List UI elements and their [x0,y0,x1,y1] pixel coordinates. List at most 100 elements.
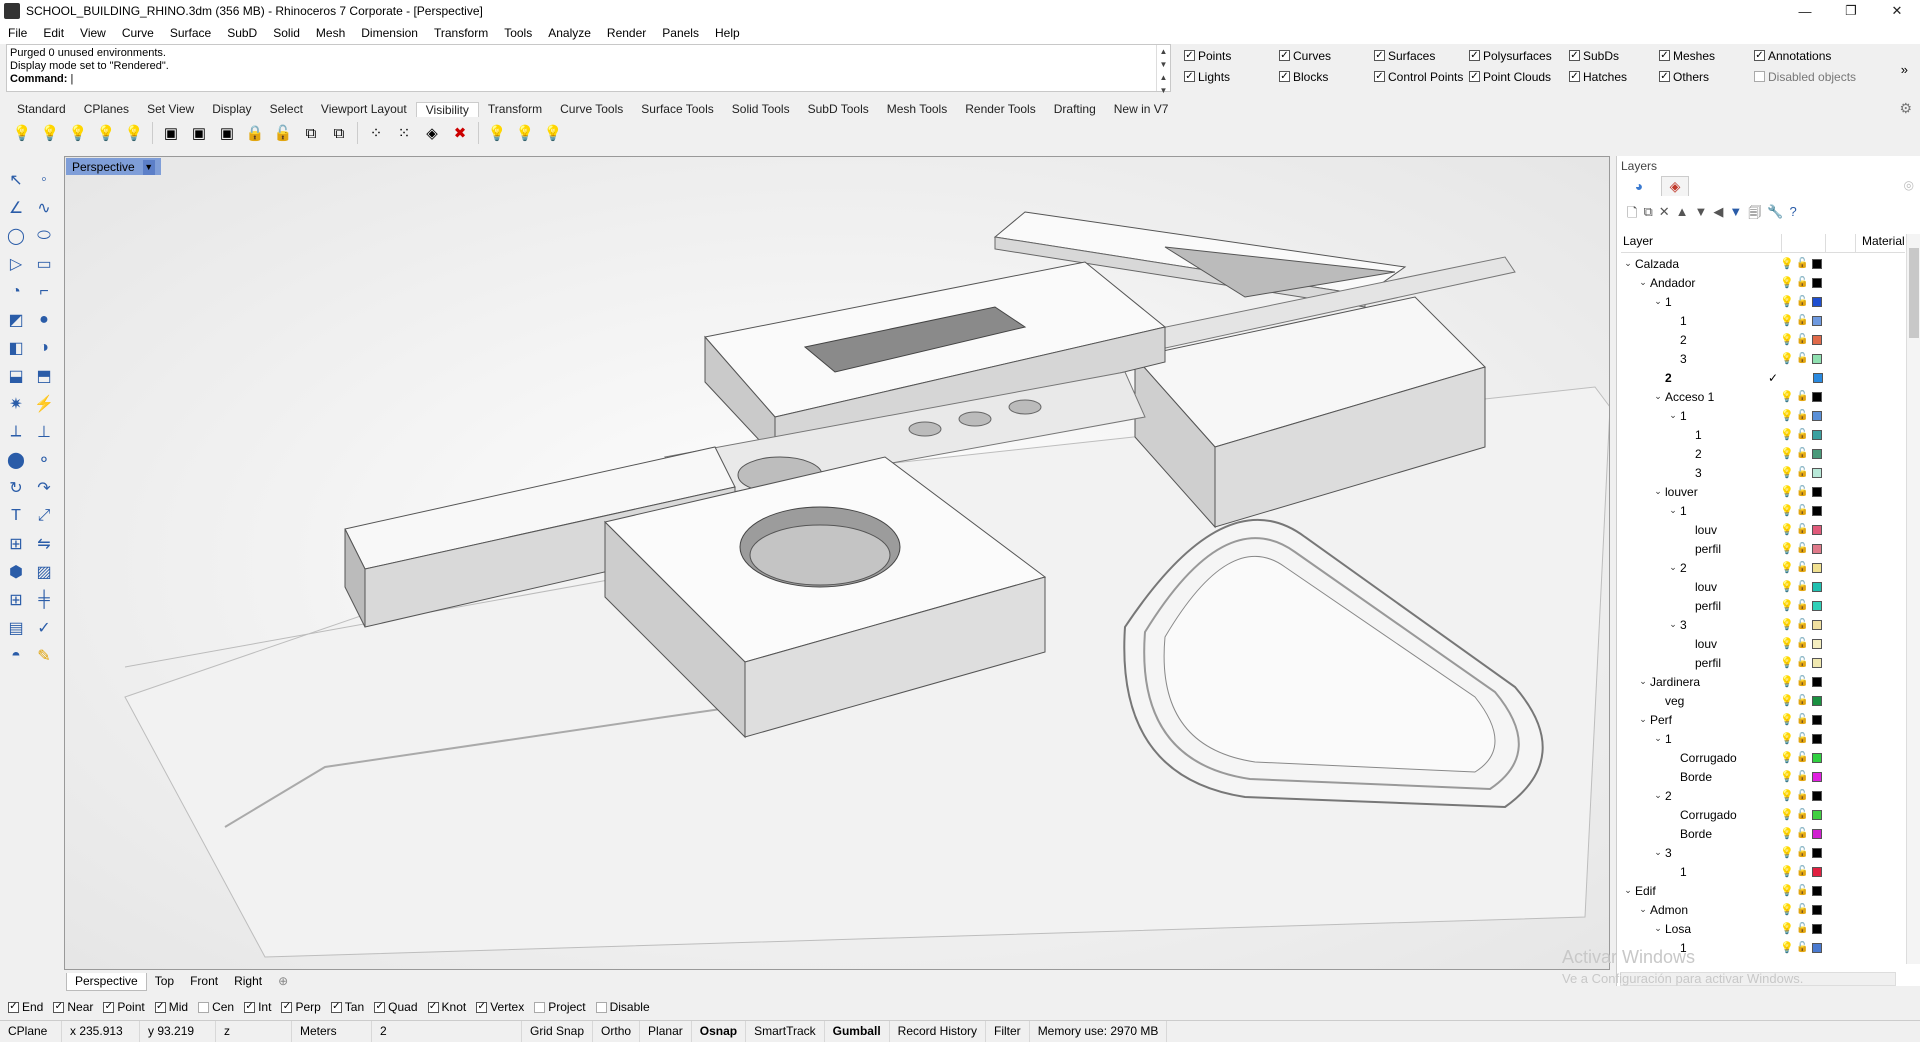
help-icon[interactable]: ? [1789,204,1796,226]
lock-icon[interactable]: 🔓 [1796,904,1808,915]
lightbulb-icon[interactable]: 💡 [1780,808,1794,821]
lock-icon[interactable]: 🔓 [1796,752,1808,763]
delete-layer-icon[interactable]: ✕ [1659,204,1670,226]
rotate-icon[interactable]: ↻ [2,474,30,502]
layer-row[interactable]: Corrugado 💡 🔓 [1621,805,1905,824]
lightbulb-icon[interactable]: 💡 [1780,447,1794,460]
tools-icon[interactable]: 🔧 [1767,204,1783,226]
lock-icon[interactable]: 🔓 [1796,866,1808,877]
lock-icon[interactable]: 🔓 [1796,543,1808,554]
chevron-down-icon[interactable]: ⌄ [1636,904,1650,915]
lock-icon[interactable]: 🔒 [243,121,267,145]
filter-hatches[interactable]: ✓ Hatches [1569,67,1659,86]
lightbulb-icon[interactable]: 💡 [1780,618,1794,631]
gear-icon[interactable]: ⚙ [1899,100,1912,117]
checkbox[interactable]: ✓ [1659,71,1670,82]
show-selected-icon[interactable]: 💡 [38,121,62,145]
layer-row[interactable]: 3 💡 🔓 [1621,463,1905,482]
lightbulb-icon[interactable]: 💡 [1780,580,1794,593]
checkbox[interactable]: ✓ [1569,50,1580,61]
checkbox[interactable]: ✓ [8,1001,19,1013]
show-swap-icon[interactable]: 💡 [122,121,146,145]
checkbox[interactable]: ✓ [330,1001,342,1013]
polyline-icon[interactable]: ∠ [2,194,30,222]
close-button[interactable]: ✕ [1874,0,1920,22]
filter-subds[interactable]: ✓ SubDs [1569,46,1659,65]
layer-color-swatch[interactable] [1812,885,1822,896]
toggle-ortho[interactable]: Ortho [593,1020,641,1042]
lock-icon[interactable]: 🔓 [1796,296,1808,307]
layer-color-swatch[interactable] [1812,410,1822,421]
layer-row[interactable]: ⌄ louver 💡 🔓 [1621,482,1905,501]
toggle-osnap[interactable]: Osnap [692,1020,747,1042]
checkbox[interactable]: ✓ [1374,71,1385,82]
disable-clipping-icon[interactable]: ✖ [448,121,472,145]
osnap-end[interactable]: ✓ End [8,1000,43,1014]
filter-control-points[interactable]: ✓ Control Points [1374,67,1469,86]
checkbox[interactable]: ✓ [281,1001,293,1013]
tab-select[interactable]: Select [261,102,312,116]
layer-color-swatch[interactable] [1812,771,1822,782]
lock-icon[interactable]: 🔓 [1796,315,1808,326]
cplane-label[interactable]: CPlane [0,1020,62,1042]
tab-display[interactable]: Display [203,102,260,116]
lightbulb-icon[interactable]: 💡 [1780,865,1794,878]
checkbox[interactable]: ✓ [427,1001,439,1013]
lightbulb-icon[interactable]: 💡 [1780,428,1794,441]
chevron-down-icon[interactable]: ⌄ [1651,296,1665,307]
arc-icon[interactable]: ◔ [2,278,30,306]
layer-row[interactable]: louv 💡 🔓 [1621,520,1905,539]
lock-icon[interactable]: 🔓 [1796,676,1808,687]
layer-color-swatch[interactable] [1812,448,1822,459]
tab-mesh-tools[interactable]: Mesh Tools [878,102,956,116]
osnap-point[interactable]: ✓ Point [103,1000,145,1014]
layer-color-swatch[interactable] [1812,866,1822,877]
menu-surface[interactable]: Surface [162,26,219,40]
view-tab-front[interactable]: Front [182,973,226,991]
lock-icon[interactable]: 🔓 [1796,600,1808,611]
lock-icon[interactable]: 🔓 [1796,828,1808,839]
lightning-icon[interactable]: ⚡ [30,390,58,418]
layer-color-swatch[interactable] [1812,714,1822,725]
view-tab-perspective[interactable]: Perspective [66,973,147,991]
show-in-detail-icon[interactable]: ▣ [187,121,211,145]
lock-icon[interactable]: 🔓 [1796,847,1808,858]
layer-color-swatch[interactable] [1812,942,1822,953]
layer-off-icon[interactable]: 💡 [513,121,537,145]
layer-color-swatch[interactable] [1812,752,1822,763]
toggle-gumball[interactable]: Gumball [825,1020,890,1042]
chevron-down-icon[interactable]: ⌄ [1666,562,1680,573]
lock-icon[interactable]: 🔓 [1796,790,1808,801]
osnap-disable[interactable]: Disable [595,1000,650,1014]
filter-polysurfaces[interactable]: ✓ Polysurfaces [1469,46,1569,65]
layer-row[interactable]: ⌄ 1 💡 🔓 [1621,729,1905,748]
layer-color-swatch[interactable] [1812,334,1822,345]
filter-others[interactable]: ✓ Others [1659,67,1754,86]
lightbulb-icon[interactable]: 💡 [1780,257,1794,270]
toggle-planar[interactable]: Planar [640,1020,692,1042]
tab-curve-tools[interactable]: Curve Tools [551,102,632,116]
tab-solid-tools[interactable]: Solid Tools [723,102,799,116]
toggle-record-history[interactable]: Record History [890,1020,987,1042]
layer-row[interactable]: perfil 💡 🔓 [1621,596,1905,615]
check-icon[interactable]: ✓ [30,614,58,642]
filter-blocks[interactable]: ✓ Blocks [1279,67,1374,86]
surface-icon[interactable]: ◩ [2,306,30,334]
clipping-plane-icon[interactable]: ◈ [420,121,444,145]
osnap-quad[interactable]: ✓ Quad [374,1000,418,1014]
sphere-icon[interactable]: ● [30,306,58,334]
layer-row[interactable]: ⌄ Admon 💡 🔓 [1621,900,1905,919]
perspective-viewport[interactable] [64,156,1610,970]
lightbulb-icon[interactable]: 💡 [1780,846,1794,859]
layer-color-swatch[interactable] [1812,562,1822,573]
lock-icon[interactable]: 🔓 [1796,619,1808,630]
ungroup-icon[interactable]: ⚬ [30,446,58,474]
point-icon[interactable]: ◦ [30,166,58,194]
ellipse-icon[interactable]: ⬭ [30,222,58,250]
layer-row[interactable]: Borde 💡 🔓 [1621,767,1905,786]
layer-color-swatch[interactable] [1812,505,1822,516]
menu-tools[interactable]: Tools [496,26,540,40]
lock-icon[interactable]: 🔓 [1796,562,1808,573]
hatch-icon[interactable]: ▨ [30,558,58,586]
layer-color-swatch[interactable] [1812,258,1822,269]
